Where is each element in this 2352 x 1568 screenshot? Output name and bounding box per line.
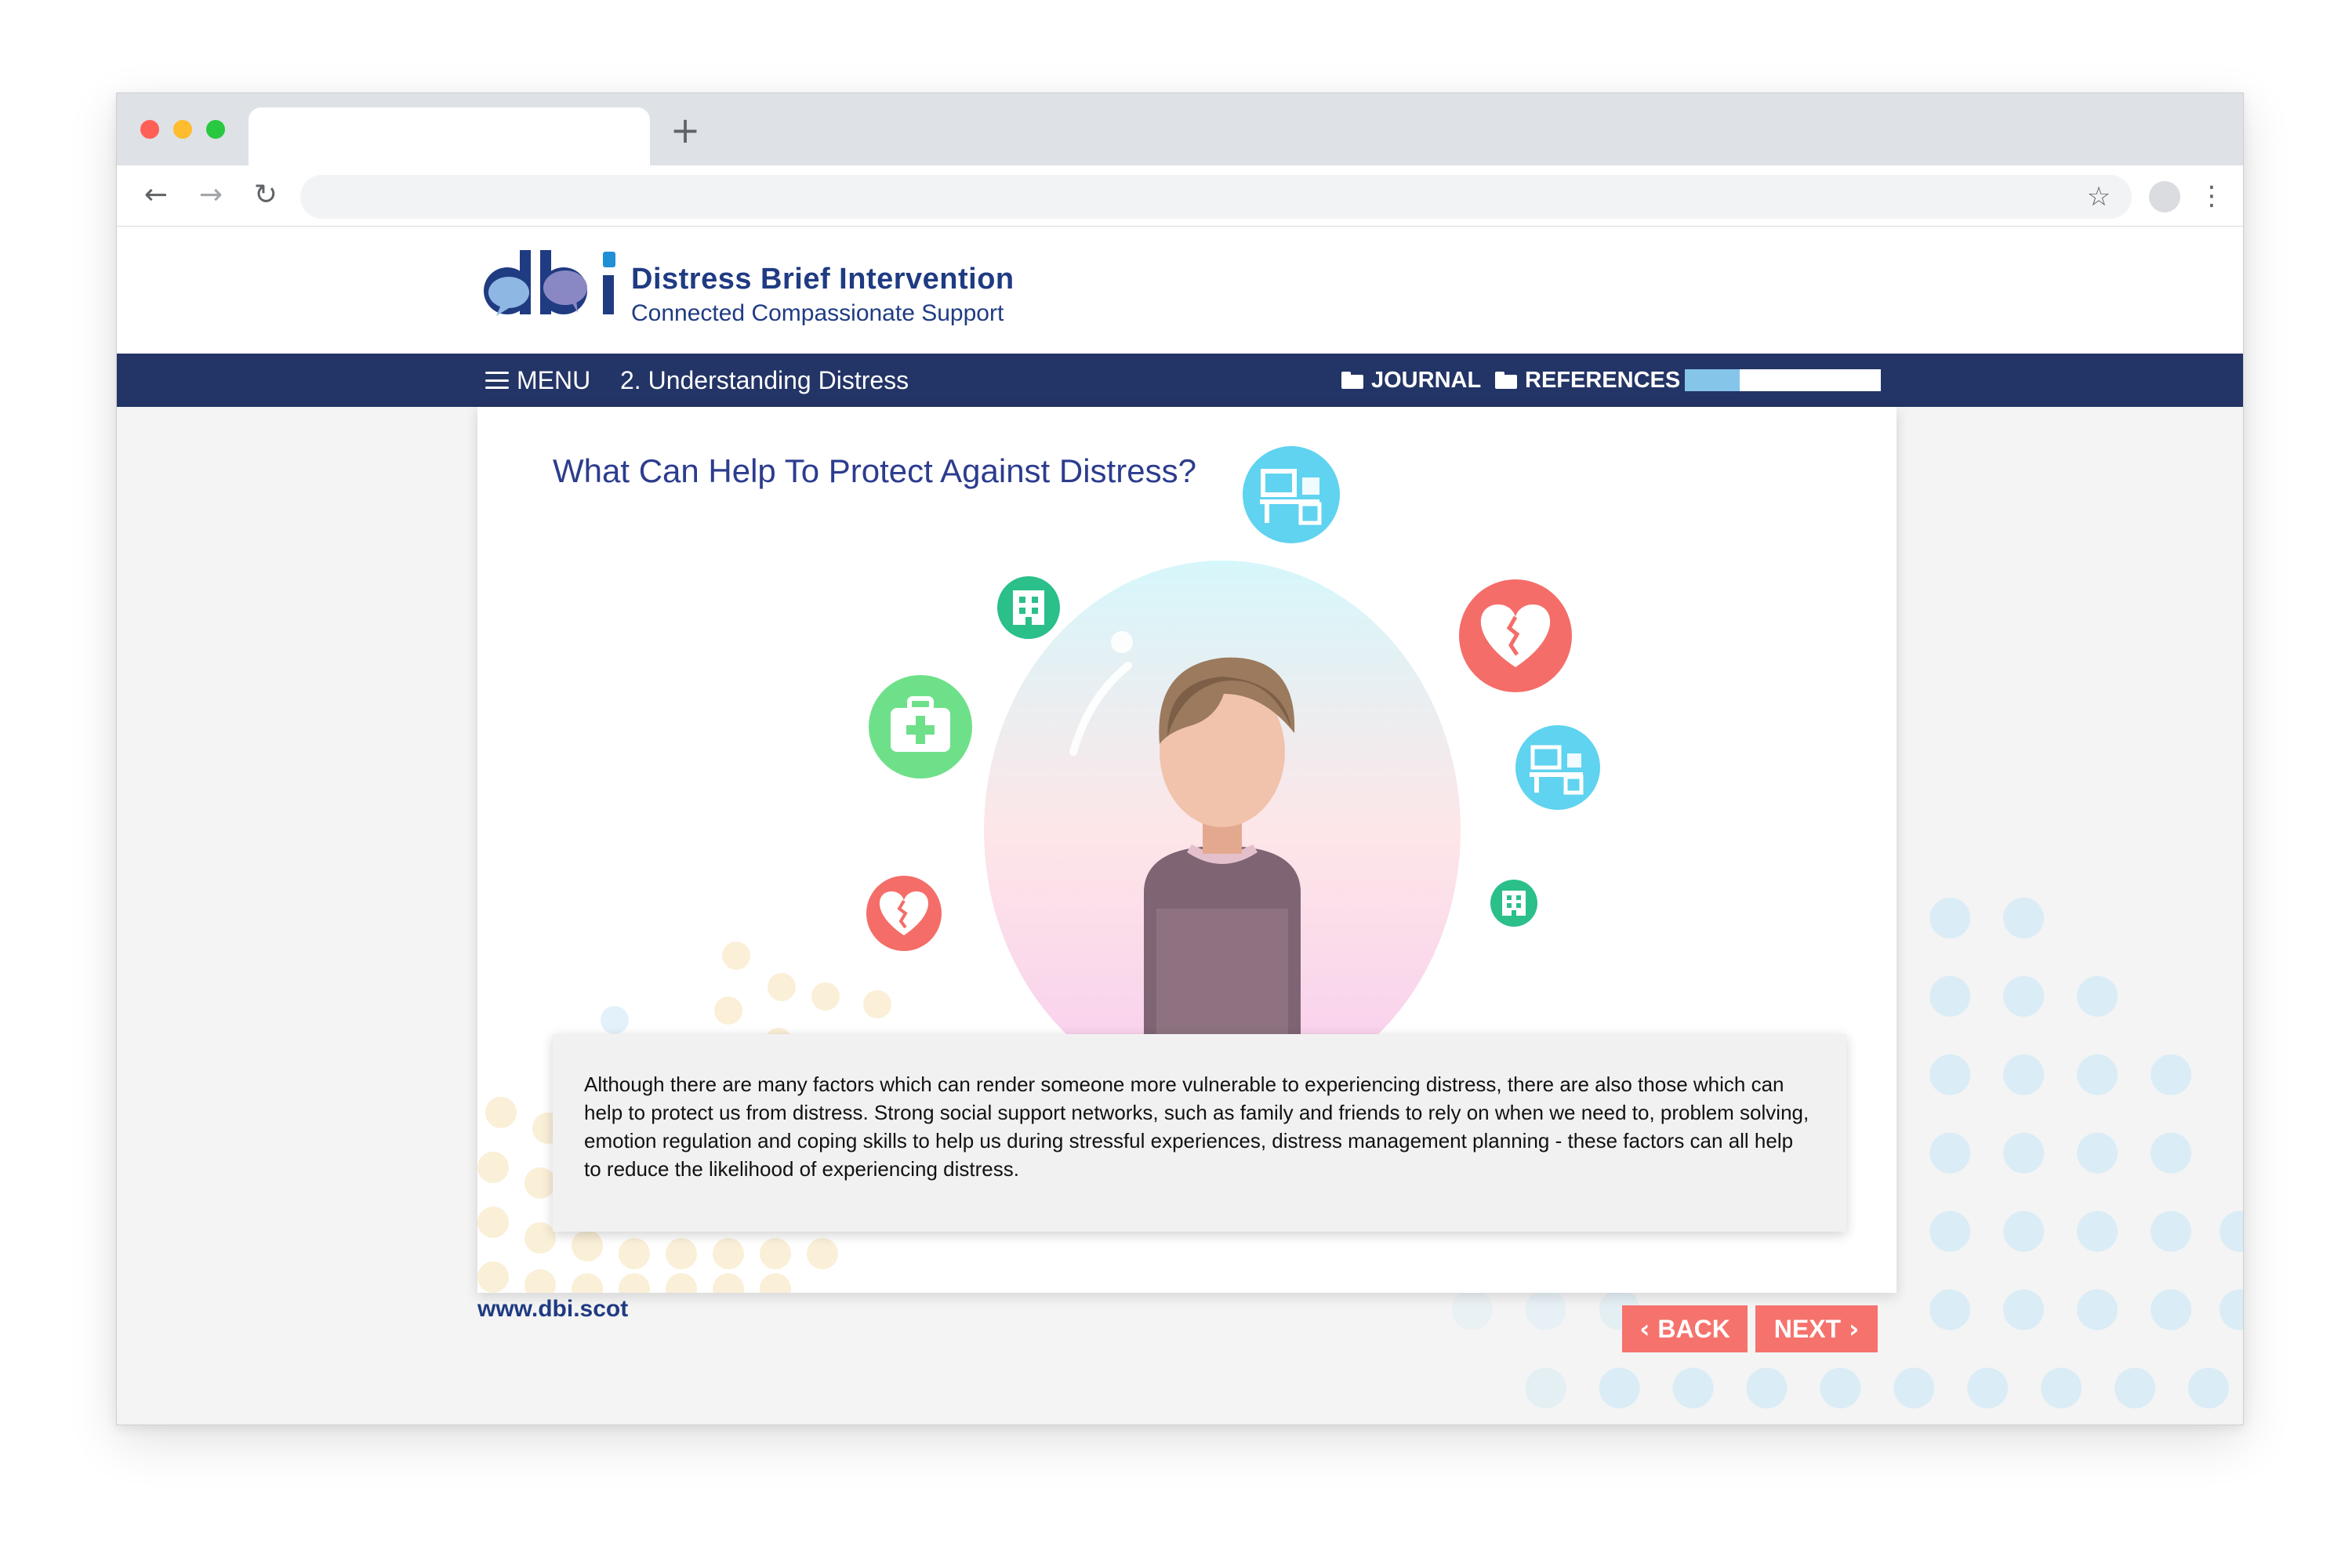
broken-heart-icon (866, 876, 942, 951)
hamburger-icon (485, 372, 509, 389)
reload-icon[interactable]: ↻ (247, 176, 285, 214)
profile-avatar[interactable] (2149, 181, 2180, 212)
body-text: Although there are many factors which ca… (584, 1073, 1809, 1181)
maximize-window-button[interactable] (206, 120, 225, 139)
course-progress-bar (1685, 369, 1881, 391)
browser-toolbar: ← → ↻ ☆ ⋮ (117, 165, 2243, 227)
main-navbar: MENU 2. Understanding Distress JOURNAL R… (117, 354, 2243, 407)
desk-icon (1515, 725, 1600, 810)
browser-menu-icon[interactable]: ⋮ (2196, 176, 2227, 216)
journal-label: JOURNAL (1371, 367, 1482, 393)
dbi-logo[interactable] (477, 244, 626, 322)
journal-link[interactable]: JOURNAL (1341, 354, 1481, 407)
references-link[interactable]: REFERENCES (1495, 354, 1680, 407)
building-icon (997, 576, 1060, 639)
chevron-left-icon: ‹ (1639, 1314, 1650, 1344)
references-label: REFERENCES (1525, 367, 1681, 393)
next-label: NEXT (1773, 1314, 1842, 1343)
building-icon (1490, 880, 1537, 927)
address-bar[interactable] (300, 175, 2132, 219)
first-aid-icon (869, 675, 972, 779)
web-page: Distress Brief Intervention Connected Co… (117, 227, 2243, 1425)
site-header: Distress Brief Intervention Connected Co… (117, 227, 2243, 354)
new-tab-button[interactable]: + (666, 111, 705, 150)
browser-tab[interactable] (249, 107, 650, 165)
section-title: 2. Understanding Distress (620, 366, 909, 394)
brand-subtitle: Connected Compassionate Support (631, 300, 1004, 326)
brand-title: Distress Brief Intervention (631, 263, 1014, 296)
website-link[interactable]: www.dbi.scot (477, 1296, 628, 1323)
browser-window: + ← → ↻ ☆ ⋮ Distress Brief Intervention … (116, 93, 2244, 1425)
forward-arrow-icon[interactable]: → (192, 176, 230, 214)
close-window-button[interactable] (140, 120, 159, 139)
menu-button[interactable]: MENU (485, 354, 590, 407)
back-arrow-icon[interactable]: ← (137, 176, 175, 214)
content-card: What Can Help To Protect Against Distres… (477, 407, 1896, 1293)
progress-fill (1685, 369, 1740, 391)
back-label: BACK (1657, 1314, 1730, 1343)
minimize-window-button[interactable] (173, 120, 192, 139)
menu-label: MENU (517, 366, 591, 394)
chevron-right-icon: › (1849, 1314, 1860, 1344)
folder-open-icon (1495, 372, 1517, 389)
broken-heart-icon (1459, 579, 1572, 692)
back-button[interactable]: ‹ BACK (1622, 1305, 1748, 1352)
next-button[interactable]: NEXT › (1755, 1305, 1878, 1352)
folder-open-icon (1341, 372, 1363, 389)
info-box: Although there are many factors which ca… (553, 1034, 1846, 1232)
tab-bar: + (117, 93, 2243, 165)
bookmark-star-icon[interactable]: ☆ (2077, 175, 2121, 219)
desk-icon (1243, 446, 1340, 543)
page-title: What Can Help To Protect Against Distres… (553, 452, 1196, 489)
